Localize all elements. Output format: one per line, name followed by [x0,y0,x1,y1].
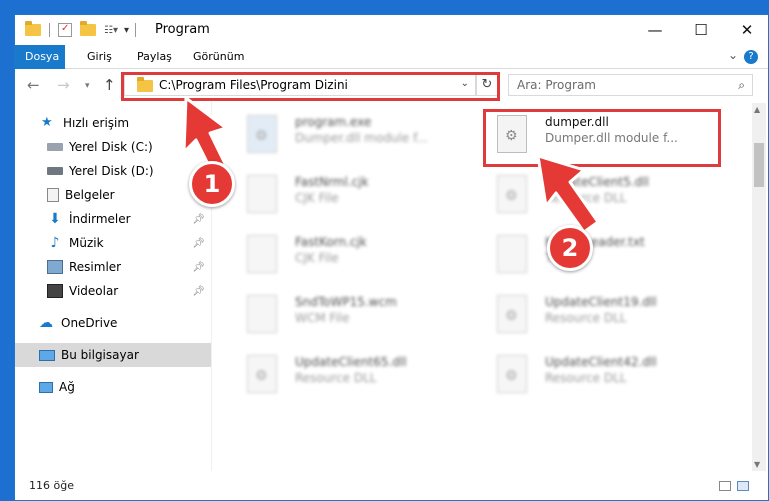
step-2-badge: 2 [547,225,593,271]
arrow-2-shape [536,154,600,234]
step-1-badge: 1 [189,161,235,207]
annotation-arrows [182,96,600,234]
